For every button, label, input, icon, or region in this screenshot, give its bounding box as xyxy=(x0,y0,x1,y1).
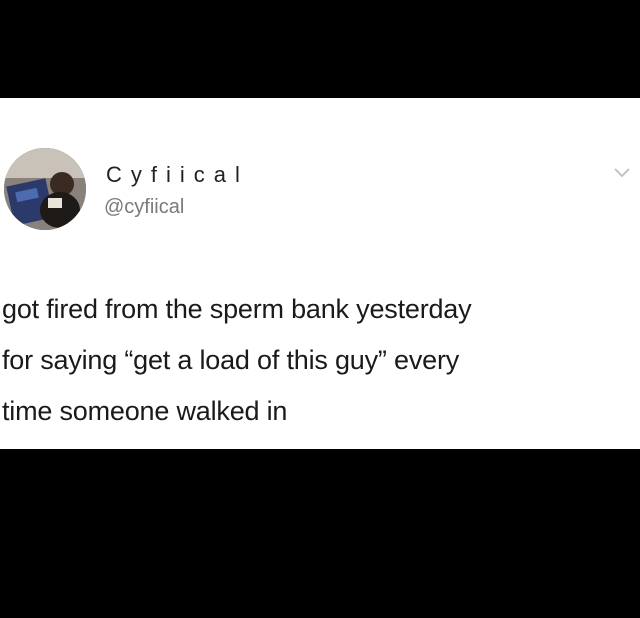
tweet-text-line: got fired from the sperm bank yesterday xyxy=(2,294,472,324)
avatar[interactable] xyxy=(4,148,86,230)
display-name[interactable]: Cyfiical xyxy=(106,162,249,188)
tweet-card: Cyfiical @cyfiical got fired from the sp… xyxy=(0,98,640,449)
chevron-down-icon[interactable] xyxy=(612,166,632,180)
tweet-text: got fired from the sperm bank yesterday … xyxy=(2,284,632,437)
username-handle[interactable]: @cyfiical xyxy=(104,196,184,219)
screenshot-frame: Cyfiical @cyfiical got fired from the sp… xyxy=(0,0,640,618)
tweet-text-line: for saying “get a load of this guy” ever… xyxy=(2,345,460,375)
tweet-text-line: time someone walked in xyxy=(2,396,288,426)
avatar-photo-icon xyxy=(4,148,86,230)
